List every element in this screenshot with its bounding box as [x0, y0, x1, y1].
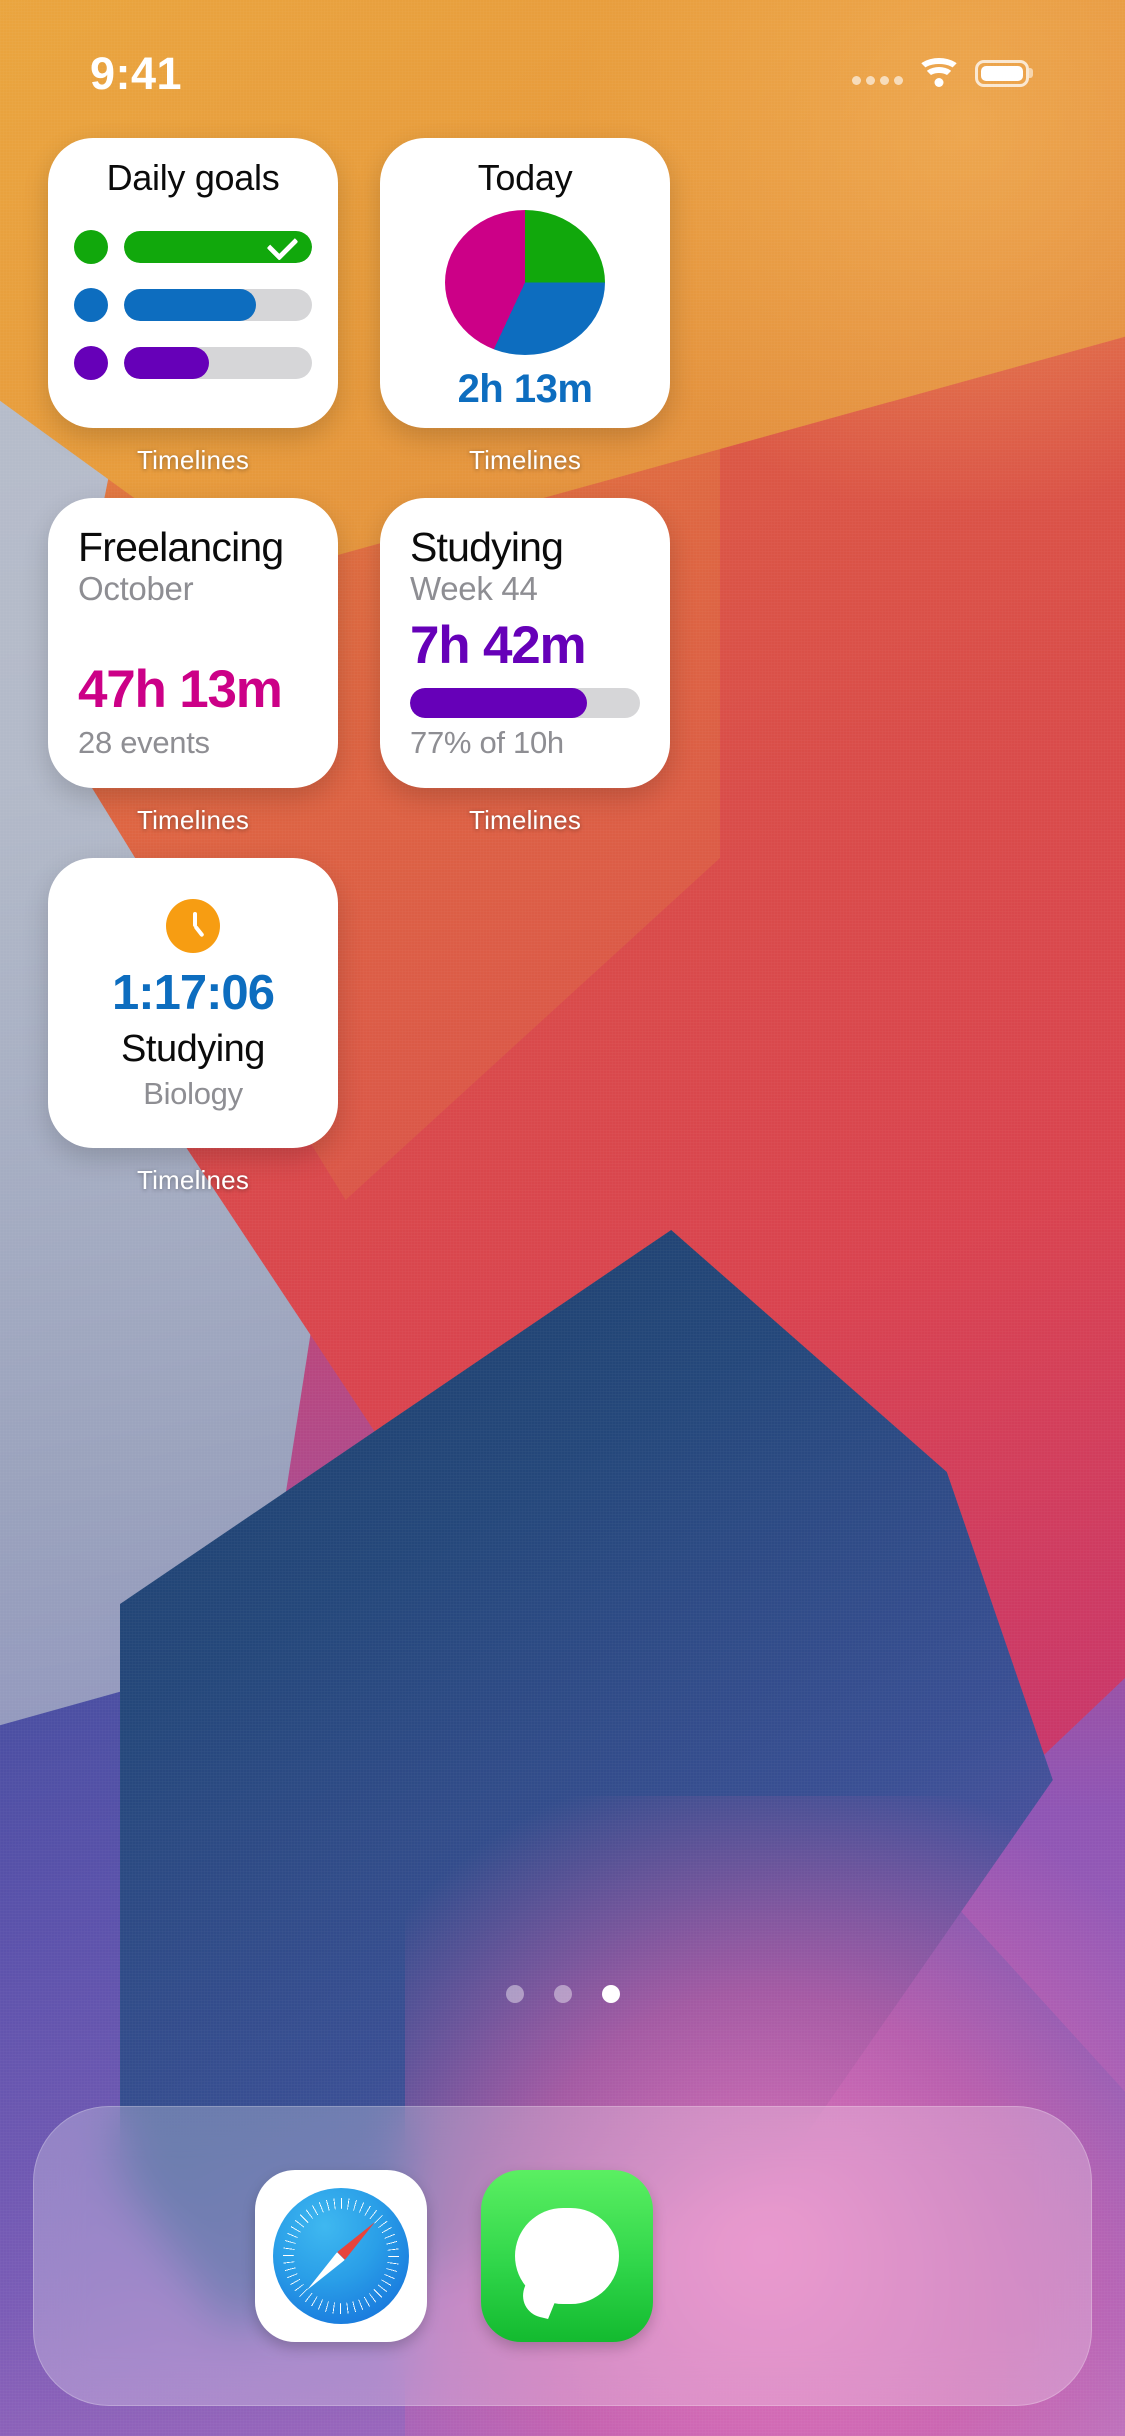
widget-app-label: Timelines: [136, 1165, 250, 1195]
dock: [33, 2106, 1092, 2406]
speech-bubble-shape: [515, 2208, 619, 2304]
study-progress-track: [410, 687, 640, 718]
widget-app-label: Timelines: [468, 445, 582, 475]
status-bar-time: 9:41: [90, 47, 183, 99]
widget-row-3: 1:17:06 Studying Biology Timelines: [0, 858, 1125, 1196]
goal-color-dot: [74, 230, 108, 264]
iphone-home-screen: 9:41 Daily goals Timelines Today 2h 13m …: [0, 0, 1125, 2436]
widget-value: 7h 42m: [410, 616, 587, 676]
today-total: 2h 13m: [457, 367, 593, 411]
goal-list: [74, 206, 312, 404]
widget-subtitle: October: [78, 570, 194, 608]
today-pie-chart: [445, 210, 605, 355]
status-bar: 9:41: [0, 0, 1125, 132]
goal-color-dot: [74, 346, 108, 380]
battery-icon: [975, 59, 1029, 87]
goal-progress-track: [124, 289, 312, 321]
widget-app-label: Timelines: [136, 805, 250, 835]
messages-bubble-icon[interactable]: [481, 2170, 653, 2342]
goal-progress-track: [124, 231, 312, 263]
clock-icon: [166, 899, 220, 953]
page-indicator[interactable]: [0, 1985, 1125, 2003]
goal-progress-track: [124, 347, 312, 379]
widget-title: Today: [477, 157, 573, 198]
widget-title: Freelancing: [78, 524, 284, 570]
widget-value: 47h 13m: [78, 660, 283, 720]
timer-value: 1:17:06: [112, 966, 275, 1020]
timer-activity-subtitle: Biology: [143, 1076, 243, 1111]
widget-row-1: Daily goals Timelines Today 2h 13m Timel…: [0, 138, 1125, 476]
goal-row: [74, 346, 312, 380]
widget-timer[interactable]: 1:17:06 Studying Biology: [48, 858, 338, 1148]
page-dot-3-active[interactable]: [601, 1985, 620, 2003]
widget-footer: 77% of 10h: [410, 724, 564, 760]
widget-daily-goals[interactable]: Daily goals: [48, 138, 338, 428]
widget-grid: Daily goals Timelines Today 2h 13m Timel…: [0, 138, 1125, 1196]
widget-row-2: Freelancing October 47h 13m 28 events Ti…: [0, 498, 1125, 836]
widget-cell-timer: 1:17:06 Studying Biology Timelines: [48, 858, 338, 1196]
widget-app-label: Timelines: [136, 445, 250, 475]
timer-activity-name: Studying: [121, 1028, 265, 1070]
status-bar-indicators: [852, 44, 1029, 88]
widget-today[interactable]: Today 2h 13m: [380, 138, 670, 428]
widget-cell-today: Today 2h 13m Timelines: [380, 138, 670, 476]
page-dot-1[interactable]: [505, 1985, 524, 2003]
goal-color-dot: [74, 288, 108, 322]
widget-freelancing[interactable]: Freelancing October 47h 13m 28 events: [48, 498, 338, 788]
goal-row: [74, 288, 312, 322]
page-dot-2[interactable]: [553, 1985, 572, 2003]
widget-title: Daily goals: [106, 157, 280, 198]
wifi-icon: [916, 58, 962, 88]
cellular-dots-icon: [852, 61, 903, 85]
safari-dial: [273, 2188, 409, 2324]
widget-cell-daily-goals: Daily goals Timelines: [48, 138, 338, 476]
widget-title: Studying: [410, 524, 564, 570]
widget-footer: 28 events: [78, 724, 210, 760]
widget-cell-freelancing: Freelancing October 47h 13m 28 events Ti…: [48, 498, 338, 836]
goal-progress-fill: [124, 347, 209, 379]
goal-progress-fill: [124, 289, 256, 321]
safari-compass-icon[interactable]: [255, 2170, 427, 2342]
widget-studying-week[interactable]: Studying Week 44 7h 42m 77% of 10h: [380, 498, 670, 788]
widget-subtitle: Week 44: [410, 570, 538, 608]
widget-app-label: Timelines: [468, 805, 582, 835]
study-progress-fill: [410, 687, 588, 718]
goal-row: [74, 230, 312, 264]
widget-cell-studying-week: Studying Week 44 7h 42m 77% of 10h Timel…: [380, 498, 670, 836]
